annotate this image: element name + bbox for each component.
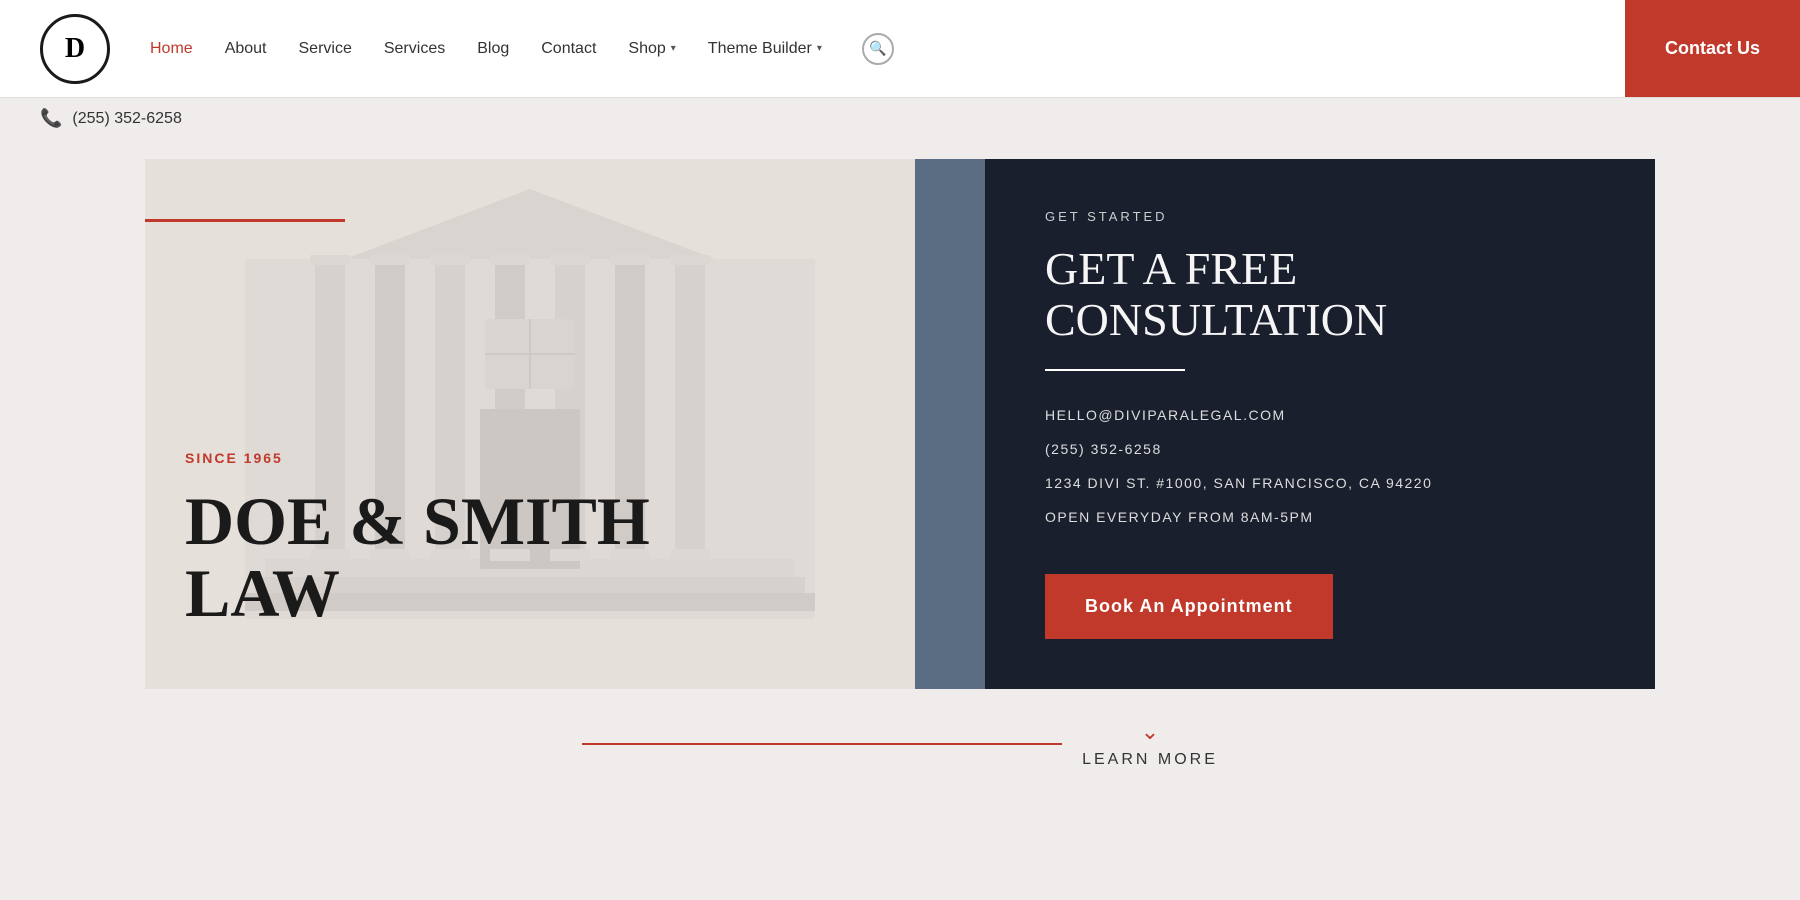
get-started-label: GET STARTED — [1045, 209, 1595, 224]
header-left: D Home About Service Services Blog Conta… — [0, 0, 1625, 97]
search-icon: 🔍 — [869, 40, 886, 57]
consultation-divider — [1045, 369, 1185, 371]
nav-theme-builder[interactable]: Theme Builder ▾ — [708, 40, 822, 58]
hero-left-panel: SINCE 1965 DOE & SMITH LAW — [145, 159, 915, 689]
site-logo[interactable]: D — [40, 14, 110, 84]
learn-more-section: ⌄ LEARN MORE — [0, 689, 1800, 789]
nav-shop[interactable]: Shop ▾ — [628, 40, 675, 58]
site-header: D Home About Service Services Blog Conta… — [0, 0, 1800, 98]
phone-bar: 📞 (255) 352-6258 — [0, 98, 1800, 139]
theme-builder-dropdown-arrow: ▾ — [817, 43, 822, 54]
nav-blog[interactable]: Blog — [477, 40, 509, 58]
contact-info: HELLO@DIVIPARALEGAL.COM (255) 352-6258 1… — [1045, 407, 1595, 525]
nav-home[interactable]: Home — [150, 40, 193, 58]
nav-about[interactable]: About — [225, 40, 267, 58]
main-content: SINCE 1965 DOE & SMITH LAW GET STARTED G… — [0, 159, 1800, 689]
nav-theme-builder-link[interactable]: Theme Builder — [708, 40, 812, 58]
book-appointment-button[interactable]: Book An Appointment — [1045, 574, 1333, 639]
blue-sidebar-strip — [915, 159, 985, 689]
nav-shop-link[interactable]: Shop — [628, 40, 665, 58]
firm-name: DOE & SMITH LAW — [185, 486, 650, 629]
shop-dropdown-arrow: ▾ — [671, 43, 676, 54]
nav-service[interactable]: Service — [299, 40, 352, 58]
since-label: SINCE 1965 — [185, 450, 650, 466]
phone-icon: 📞 — [40, 108, 62, 129]
learn-more-label: LEARN MORE — [1082, 751, 1218, 769]
learn-more-red-line — [582, 743, 1062, 745]
chevron-down-icon: ⌄ — [1141, 719, 1159, 745]
hero-text-overlay: SINCE 1965 DOE & SMITH LAW — [185, 450, 650, 629]
nav-services[interactable]: Services — [384, 40, 445, 58]
main-nav: Home About Service Services Blog Contact… — [150, 33, 894, 65]
learn-more-content[interactable]: ⌄ LEARN MORE — [1082, 719, 1218, 769]
header-phone-number: (255) 352-6258 — [72, 110, 181, 128]
consultation-title: GET A FREE CONSULTATION — [1045, 244, 1595, 345]
hero-right-panel: GET STARTED GET A FREE CONSULTATION HELL… — [915, 159, 1655, 689]
contact-us-button[interactable]: Contact Us — [1625, 0, 1800, 97]
contact-address: 1234 DIVI ST. #1000, SAN FRANCISCO, CA 9… — [1045, 475, 1595, 491]
hero-red-line — [145, 219, 345, 222]
contact-hours: OPEN EVERYDAY FROM 8AM-5PM — [1045, 509, 1595, 525]
nav-contact[interactable]: Contact — [541, 40, 596, 58]
search-button[interactable]: 🔍 — [862, 33, 894, 65]
consultation-panel: GET STARTED GET A FREE CONSULTATION HELL… — [985, 159, 1655, 689]
contact-phone: (255) 352-6258 — [1045, 441, 1595, 457]
contact-email: HELLO@DIVIPARALEGAL.COM — [1045, 407, 1595, 423]
